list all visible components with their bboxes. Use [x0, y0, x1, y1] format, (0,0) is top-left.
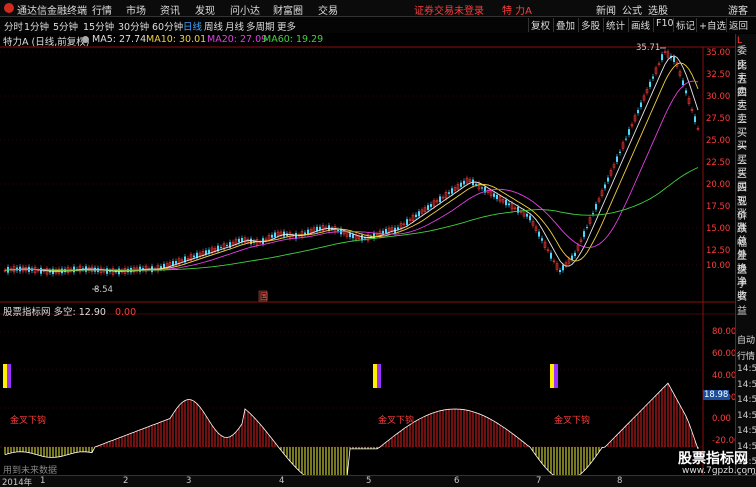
date-tick: 5 — [366, 476, 372, 486]
indicator-current-value: 18.98 — [703, 390, 730, 400]
indicator-tick: 60.00 — [712, 349, 737, 359]
signal-label: 金叉下钩 — [554, 416, 591, 426]
price-tick: 20.00 — [706, 180, 731, 190]
price-tick: 22.50 — [706, 158, 731, 168]
indicator-tick: 0.00 — [712, 414, 731, 424]
price-tick: 12.50 — [706, 246, 731, 256]
candlesticks — [3, 49, 700, 277]
sidebar-item[interactable]: 14:50 — [737, 411, 756, 421]
price-tick: 15.00 — [706, 224, 731, 234]
price-tick: 25.00 — [706, 136, 731, 146]
price-tick: 10.00 — [706, 261, 731, 271]
ma-lines — [4, 55, 699, 272]
sidebar-item[interactable]: 14:50 — [737, 364, 756, 374]
low-price-label: 8.54 — [94, 285, 113, 295]
high-price-label: 35.71 — [636, 43, 661, 53]
date-tick: 3 — [186, 476, 192, 486]
price-tick: 35.00 — [706, 48, 731, 58]
watermark-url: www.7gpzb.com — [682, 466, 756, 476]
sidebar-item[interactable]: 14:50 — [737, 426, 756, 436]
kline-chart-area[interactable] — [0, 0, 735, 475]
sidebar-item[interactable]: 14:50 — [737, 380, 756, 390]
oscillator-bars — [4, 382, 699, 475]
price-tick: 32.50 — [706, 70, 731, 80]
sidebar-item[interactable]: 自动 — [737, 333, 755, 346]
date-tick: 2 — [123, 476, 129, 486]
indicator-tick: 40.00 — [712, 371, 737, 381]
quote-sidebar: L 委比 卖五 卖四 卖三 卖二 卖一 买一 买二 买三 买四 买五 现价 涨跌 涨幅 总量 外盘 换手 净资 收益… — [735, 34, 756, 483]
price-tick: 17.50 — [706, 202, 731, 212]
date-tick: 2014年 — [2, 478, 33, 487]
indicator-value2: 0.00 — [114, 307, 137, 318]
indicator-title-bar: 股票指标网 多空: 12.90 0.00 — [3, 304, 136, 318]
date-tick: 6 — [454, 476, 460, 486]
date-tick: 7 — [536, 476, 542, 486]
price-tick: 27.50 — [706, 114, 731, 124]
date-axis-bar: 2014年 1 2 3 4 5 6 7 8 — [0, 475, 756, 487]
watermark-title: 股票指标网 — [678, 451, 748, 467]
event-marker[interactable]: 国 — [260, 291, 268, 302]
date-tick: 4 — [279, 476, 285, 486]
indicator-tick: 80.00 — [712, 327, 737, 337]
sidebar-item[interactable]: 行情 — [737, 349, 755, 362]
indicator-title: 股票指标网 多空: 12.90 — [3, 307, 106, 318]
date-tick: 8 — [617, 476, 623, 486]
signal-label: 金叉下钩 — [378, 416, 415, 426]
date-tick: 1 — [40, 476, 46, 486]
sidebar-item[interactable]: 14:50 — [737, 395, 756, 405]
price-tick: 30.00 — [706, 92, 731, 102]
sidebar-item[interactable]: 收益 — [737, 287, 756, 317]
signal-label: 金叉下钩 — [10, 416, 47, 426]
